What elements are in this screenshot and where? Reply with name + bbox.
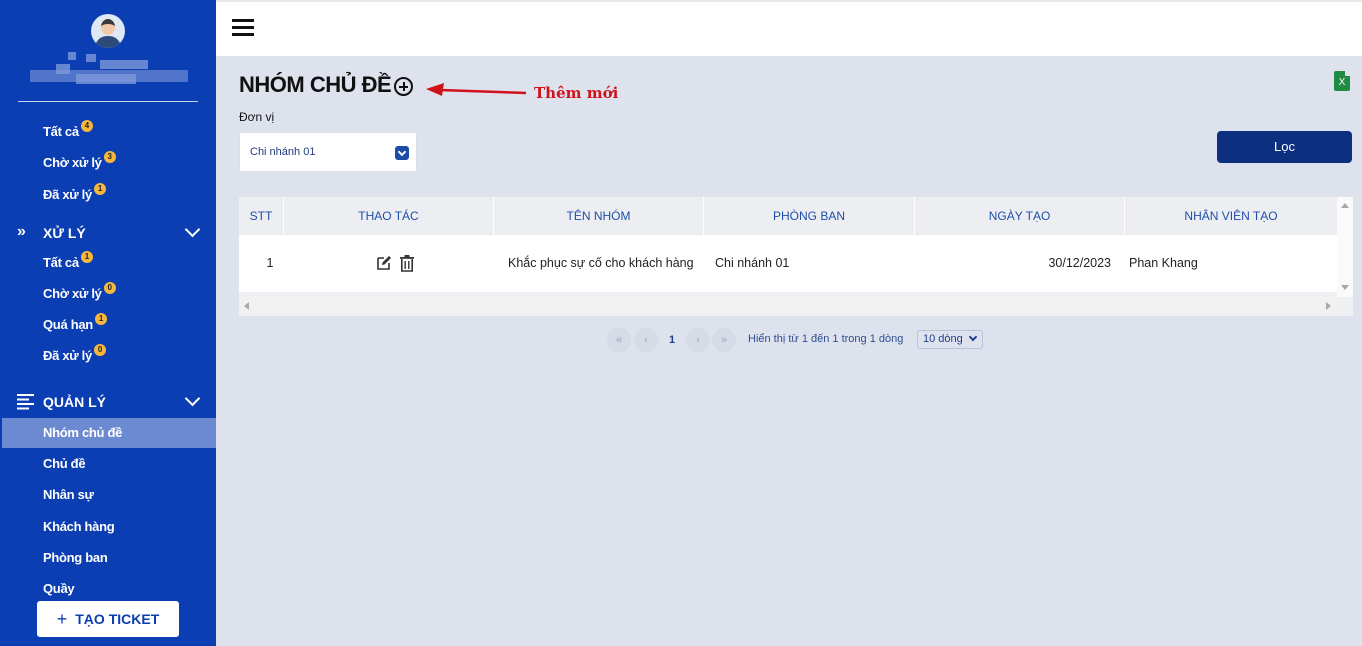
plus-icon: + <box>56 608 68 629</box>
sidebar-item-pending[interactable]: Chờ xử lý 3 <box>43 151 116 170</box>
sidebar-item-counter[interactable]: Quầy <box>43 581 75 596</box>
page-title: NHÓM CHỦ ĐỀ <box>239 72 392 97</box>
annotation-add-new: Thêm mới <box>534 84 619 102</box>
column-header-stt[interactable]: STT <box>239 197 284 235</box>
table-row[interactable]: 1 Khắc phục sự cố cho khách hàng Chi nhá… <box>239 235 1337 292</box>
cell-stt: 1 <box>266 256 274 270</box>
avatar[interactable] <box>91 14 125 48</box>
cell-department: Chi nhánh 01 <box>715 256 790 270</box>
double-chevron-right-icon: » <box>17 223 26 240</box>
count-badge: 0 <box>93 344 106 356</box>
hamburger-menu-icon[interactable] <box>232 19 254 37</box>
sidebar-item-label: Quá hạn <box>43 317 93 332</box>
page-size-select[interactable]: 10 dòng <box>917 330 983 349</box>
sidebar-item-process-pending[interactable]: Chờ xử lý 0 <box>43 282 116 301</box>
sidebar-item-staff[interactable]: Nhân sự <box>43 487 94 502</box>
scroll-left-arrow-icon[interactable] <box>244 302 249 310</box>
vertical-scrollbar[interactable] <box>1337 197 1353 297</box>
column-header-created-by[interactable]: NHÂN VIÊN TẠO <box>1125 197 1337 235</box>
sidebar-item-topic-group[interactable]: Nhóm chủ đề <box>43 425 122 440</box>
count-badge: 1 <box>80 251 93 263</box>
chevron-down-icon <box>395 146 409 160</box>
create-ticket-button[interactable]: + TẠO TICKET <box>37 601 179 637</box>
count-badge: 1 <box>94 313 107 325</box>
next-page-button[interactable]: › <box>686 328 710 352</box>
count-badge: 4 <box>80 120 93 132</box>
sidebar-item-label: Chờ xử lý <box>43 286 102 301</box>
first-page-button[interactable]: « <box>607 328 631 352</box>
sidebar-item-label: Tất cả <box>43 255 79 270</box>
edit-icon[interactable] <box>376 255 392 271</box>
trash-icon[interactable] <box>400 255 414 272</box>
topic-group-table: STT THAO TÁC TÊN NHÓM PHÒNG BAN NGÀY TẠO… <box>239 197 1353 316</box>
sidebar-item-done[interactable]: Đã xử lý 1 <box>43 183 106 202</box>
scroll-right-arrow-icon[interactable] <box>1326 302 1331 310</box>
column-header-group-name[interactable]: TÊN NHÓM <box>494 197 704 235</box>
create-ticket-label: TẠO TICKET <box>75 611 160 627</box>
sidebar-item-label: Chờ xử lý <box>43 155 102 170</box>
cell-created-date: 30/12/2023 <box>1048 256 1111 270</box>
section-title-manage[interactable]: QUẢN LÝ <box>43 394 106 410</box>
cell-created-by: Phan Khang <box>1129 256 1198 270</box>
table-header: STT THAO TÁC TÊN NHÓM PHÒNG BAN NGÀY TẠO… <box>239 197 1337 235</box>
sidebar-item-all[interactable]: Tất cả 4 <box>43 120 93 139</box>
chevron-down-icon[interactable] <box>184 390 201 407</box>
count-badge: 3 <box>103 151 116 163</box>
section-title-process[interactable]: XỬ LÝ <box>43 225 86 241</box>
user-name-redacted <box>30 52 188 88</box>
horizontal-scrollbar[interactable] <box>239 297 1337 314</box>
column-header-actions[interactable]: THAO TÁC <box>284 197 494 235</box>
pagination-summary: Hiển thị từ 1 đến 1 trong 1 dòng <box>748 333 904 345</box>
add-circle-icon[interactable] <box>394 77 413 96</box>
filter-button[interactable]: Lọc <box>1217 131 1352 163</box>
sidebar-item-topic[interactable]: Chủ đề <box>43 456 86 471</box>
annotation-arrow-icon <box>426 83 527 96</box>
excel-export-icon[interactable]: X <box>1334 71 1350 91</box>
column-header-department[interactable]: PHÒNG BAN <box>704 197 915 235</box>
scroll-down-arrow-icon[interactable] <box>1341 285 1349 290</box>
sidebar-item-process-all[interactable]: Tất cả 1 <box>43 251 93 270</box>
sidebar-item-label: Đã xử lý <box>43 348 92 363</box>
last-page-button[interactable]: » <box>712 328 736 352</box>
page-size-value: 10 dòng <box>923 333 963 345</box>
sidebar-item-customer[interactable]: Khách hàng <box>43 519 115 534</box>
cell-group-name: Khắc phục sự cố cho khách hàng <box>508 256 694 270</box>
scroll-up-arrow-icon[interactable] <box>1341 203 1349 208</box>
unit-select[interactable]: Chi nhánh 01 <box>239 132 417 172</box>
sidebar-item-process-done[interactable]: Đã xử lý 0 <box>43 344 106 363</box>
top-bar <box>216 0 1362 56</box>
chevron-down-icon <box>968 332 978 342</box>
count-badge: 0 <box>103 282 116 294</box>
chevron-down-icon[interactable] <box>184 221 201 238</box>
page-number-button[interactable]: 1 <box>660 328 684 352</box>
sidebar-item-label: Đã xử lý <box>43 187 92 202</box>
unit-select-value: Chi nhánh 01 <box>250 146 316 158</box>
sidebar-item-department[interactable]: Phòng ban <box>43 550 108 565</box>
prev-page-button[interactable]: ‹ <box>634 328 658 352</box>
sidebar-item-label: Tất cả <box>43 124 79 139</box>
list-icon <box>17 394 34 410</box>
column-header-created-date[interactable]: NGÀY TẠO <box>915 197 1125 235</box>
count-badge: 1 <box>93 183 106 195</box>
sidebar-item-process-overdue[interactable]: Quá hạn 1 <box>43 313 107 332</box>
unit-label: Đơn vị <box>239 110 275 124</box>
sidebar-divider <box>18 101 198 102</box>
sidebar: Tất cả 4 Chờ xử lý 3 Đã xử lý 1 » XỬ LÝ Tất… <box>0 0 216 646</box>
